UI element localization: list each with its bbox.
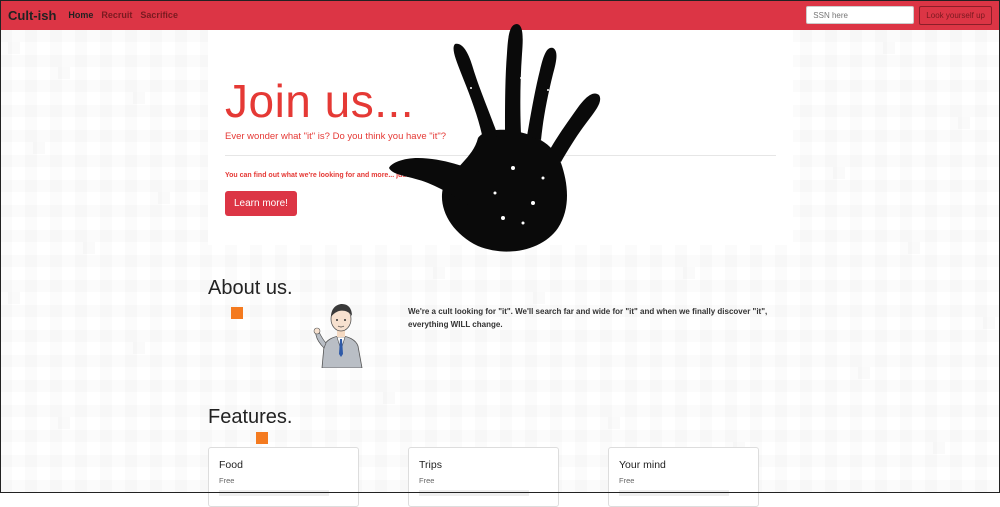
orange-pixel-accent [256, 432, 268, 444]
feature-card-trips: Trips Free [408, 447, 559, 507]
card-subtitle: Free [419, 476, 435, 485]
card-text-placeholder [619, 490, 729, 496]
handprint-image [389, 24, 601, 252]
about-description: We're a cult looking for "it". We'll sea… [408, 307, 768, 329]
nav-home[interactable]: Home [68, 10, 93, 20]
card-text-placeholder [419, 490, 529, 496]
feature-card-your-mind: Your mind Free [608, 447, 759, 507]
orange-pixel-accent [231, 307, 243, 319]
nav-search-group: Look yourself up [806, 5, 992, 25]
brand-logo[interactable]: Cult-ish [8, 8, 56, 23]
look-yourself-up-button[interactable]: Look yourself up [919, 5, 992, 25]
ssn-search-input[interactable] [806, 6, 915, 24]
card-subtitle: Free [219, 476, 235, 485]
learn-more-button[interactable]: Learn more! [225, 191, 297, 216]
features-heading: Features. [208, 406, 293, 428]
card-text-placeholder [219, 490, 329, 496]
businessman-illustration [313, 304, 363, 368]
about-heading: About us. [208, 277, 293, 299]
nav-recruit[interactable]: Recruit [101, 10, 132, 20]
card-title: Food [219, 459, 243, 471]
card-title: Your mind [619, 459, 666, 471]
card-title: Trips [419, 459, 442, 471]
card-subtitle: Free [619, 476, 635, 485]
feature-card-food: Food Free [208, 447, 359, 507]
nav-sacrifice[interactable]: Sacrifice [140, 10, 178, 20]
